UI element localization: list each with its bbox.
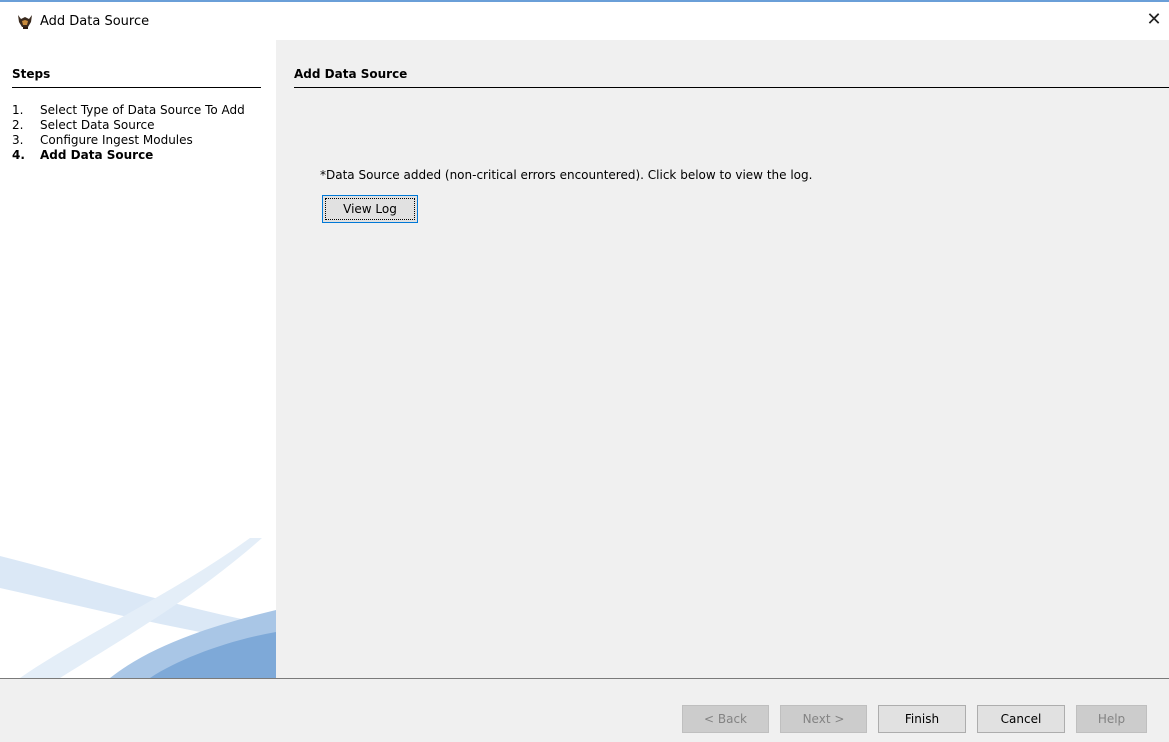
- close-button[interactable]: ✕: [1139, 2, 1169, 36]
- view-log-button[interactable]: View Log: [322, 195, 418, 223]
- finish-button[interactable]: Finish: [878, 705, 966, 733]
- help-button[interactable]: Help: [1076, 705, 1147, 733]
- step-item-3: 3. Configure Ingest Modules: [12, 133, 264, 148]
- next-button[interactable]: Next >: [780, 705, 867, 733]
- content-panel: Add Data Source *Data Source added (non-…: [276, 40, 1169, 678]
- panel-divider: [294, 87, 1169, 88]
- step-number: 3.: [12, 133, 24, 147]
- panel-title: Add Data Source: [294, 67, 408, 81]
- steps-divider: [12, 87, 261, 88]
- close-icon: ✕: [1146, 8, 1162, 30]
- step-label: Add Data Source: [40, 148, 154, 162]
- autopsy-dog-icon: [18, 15, 32, 29]
- cancel-button[interactable]: Cancel: [977, 705, 1065, 733]
- window-title: Add Data Source: [40, 14, 150, 29]
- step-label: Configure Ingest Modules: [40, 133, 193, 147]
- status-message: *Data Source added (non-critical errors …: [320, 168, 813, 182]
- step-item-1: 1. Select Type of Data Source To Add: [12, 103, 264, 118]
- steps-panel: Steps 1. Select Type of Data Source To A…: [0, 40, 276, 678]
- step-item-4-current: 4. Add Data Source: [12, 148, 264, 163]
- title-bar[interactable]: Add Data Source ✕: [0, 2, 1169, 40]
- step-number: 2.: [12, 118, 24, 132]
- wizard-footer: < Back Next > Finish Cancel Help: [0, 678, 1169, 742]
- step-label: Select Type of Data Source To Add: [40, 103, 245, 117]
- step-number: 4.: [12, 148, 25, 162]
- step-number: 1.: [12, 103, 24, 117]
- steps-list: 1. Select Type of Data Source To Add 2. …: [12, 103, 264, 163]
- step-label: Select Data Source: [40, 118, 155, 132]
- steps-title: Steps: [12, 67, 51, 81]
- back-button[interactable]: < Back: [682, 705, 769, 733]
- decorative-swoosh-graphic: [0, 538, 276, 678]
- step-item-2: 2. Select Data Source: [12, 118, 264, 133]
